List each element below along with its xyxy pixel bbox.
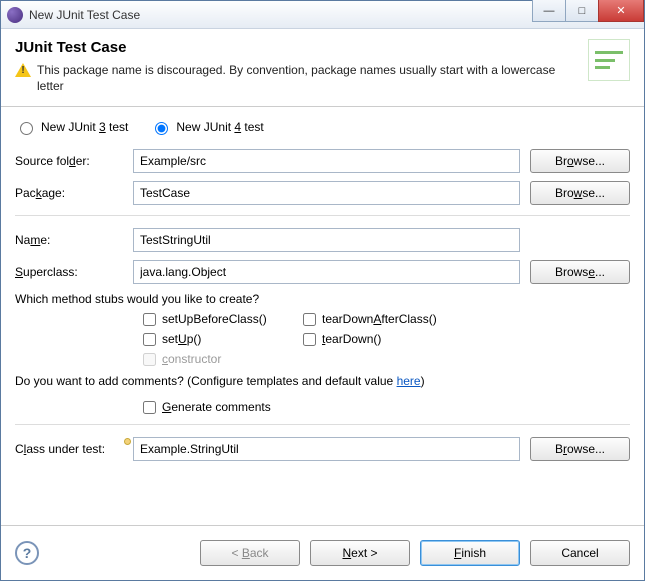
- configure-templates-link[interactable]: here: [397, 374, 421, 388]
- radio-junit3-input[interactable]: [20, 122, 33, 135]
- radio-junit4-input[interactable]: [155, 122, 168, 135]
- chk-teardown[interactable]: tearDown(): [303, 332, 463, 346]
- content-area: New JUnit 3 test New JUnit 4 test Source…: [1, 107, 644, 525]
- label-name: Name:: [15, 233, 123, 247]
- label-superclass: Superclass:: [15, 265, 123, 279]
- back-button: < Back: [200, 540, 300, 566]
- wizard-page-icon: [588, 39, 630, 81]
- source-folder-input[interactable]: [133, 149, 520, 173]
- radio-junit4[interactable]: New JUnit 4 test: [150, 119, 263, 135]
- class-under-test-input[interactable]: [133, 437, 520, 461]
- label-class-under-test: Class under test:: [15, 442, 123, 456]
- chk-teardownafterclass[interactable]: tearDownAfterClass(): [303, 312, 463, 326]
- name-input[interactable]: [133, 228, 520, 252]
- banner-title: JUnit Test Case: [15, 39, 574, 56]
- cancel-button[interactable]: Cancel: [530, 540, 630, 566]
- help-icon[interactable]: ?: [15, 541, 39, 565]
- banner-message: This package name is discouraged. By con…: [37, 62, 574, 94]
- next-button[interactable]: Next >: [310, 540, 410, 566]
- content-assist-icon: [124, 438, 131, 445]
- comments-question: Do you want to add comments? (Configure …: [15, 374, 630, 388]
- label-source-folder: Source folder:: [15, 154, 123, 168]
- package-input[interactable]: [133, 181, 520, 205]
- finish-button[interactable]: Finish: [420, 540, 520, 566]
- chk-setup[interactable]: setUp(): [143, 332, 303, 346]
- browse-package-button[interactable]: Browse...: [530, 181, 630, 205]
- titlebar: New JUnit Test Case — □ ✕: [1, 1, 644, 29]
- window-buttons: — □ ✕: [532, 1, 644, 28]
- separator-2: [15, 424, 630, 425]
- maximize-button[interactable]: □: [565, 0, 599, 22]
- wizard-footer: ? < Back Next > Finish Cancel: [1, 525, 644, 580]
- separator: [15, 215, 630, 216]
- banner: JUnit Test Case This package name is dis…: [1, 29, 644, 107]
- dialog-window: New JUnit Test Case — □ ✕ JUnit Test Cas…: [0, 0, 645, 581]
- chk-setupbeforeclass[interactable]: setUpBeforeClass(): [143, 312, 303, 326]
- browse-superclass-button[interactable]: Browse...: [530, 260, 630, 284]
- minimize-button[interactable]: —: [532, 0, 566, 22]
- stubs-question: Which method stubs would you like to cre…: [15, 292, 630, 306]
- browse-source-button[interactable]: Browse...: [530, 149, 630, 173]
- label-package: Package:: [15, 186, 123, 200]
- browse-class-under-test-button[interactable]: Browse...: [530, 437, 630, 461]
- close-button[interactable]: ✕: [598, 0, 644, 22]
- radio-junit3[interactable]: New JUnit 3 test: [15, 119, 128, 135]
- window-title: New JUnit Test Case: [29, 8, 532, 22]
- warning-icon: [15, 63, 31, 77]
- chk-generate-comments[interactable]: Generate comments: [143, 400, 630, 414]
- superclass-input[interactable]: [133, 260, 520, 284]
- chk-constructor: constructor: [143, 352, 303, 366]
- eclipse-icon: [7, 7, 23, 23]
